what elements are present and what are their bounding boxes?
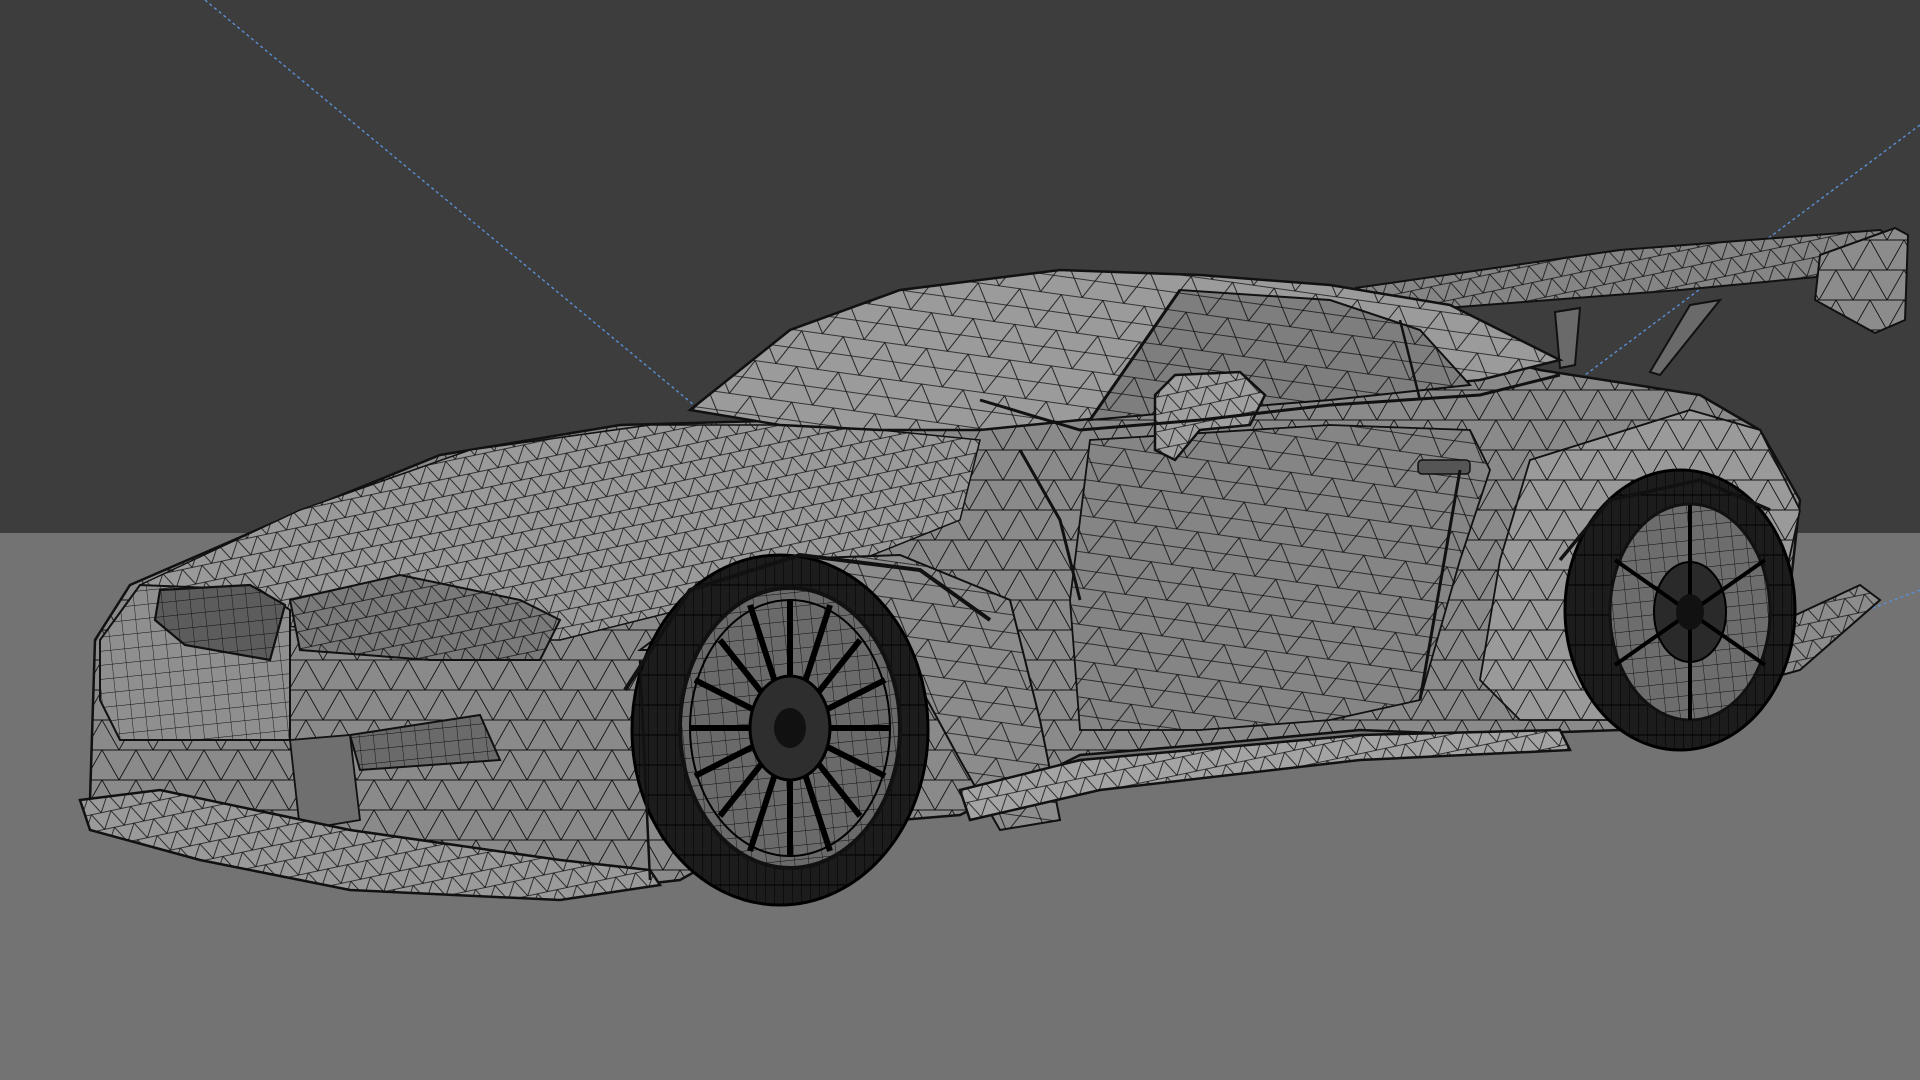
door-handle [1417, 459, 1471, 475]
3d-viewport[interactable] [0, 0, 1920, 1080]
rear-diffuser[interactable] [1780, 583, 1882, 677]
car-mesh[interactable] [78, 226, 1910, 907]
intake-canard [289, 734, 361, 832]
light-guide-line [204, 0, 701, 411]
scene-canvas[interactable] [0, 0, 1920, 1080]
